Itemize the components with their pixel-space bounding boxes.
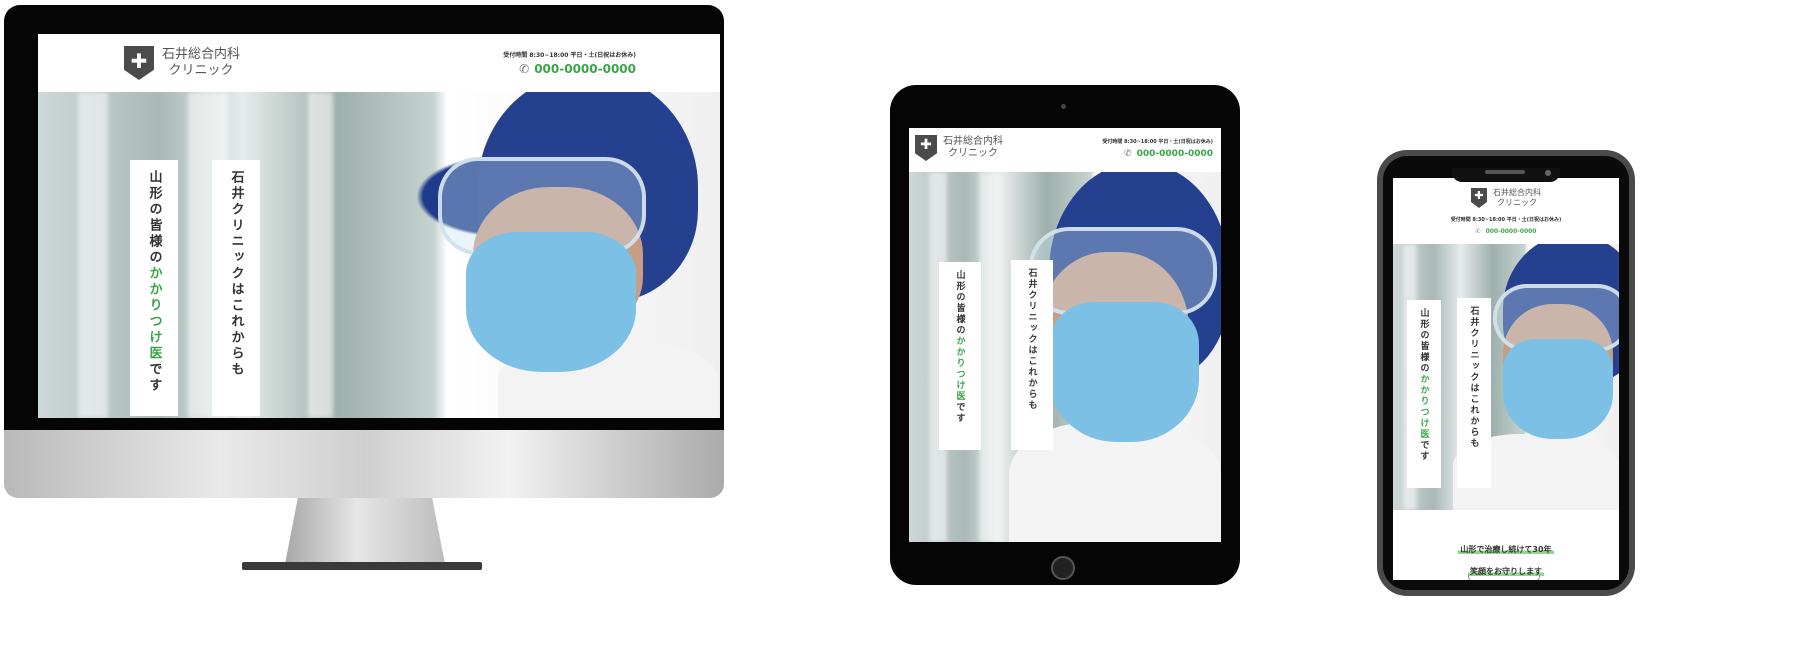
phone-number-link[interactable]: ✆ 000-0000-0000 <box>1102 149 1213 159</box>
tablet-site: ✚ 石井総合内科 クリニック 受付時間 8:30~18:00 平日・土(日祝はお… <box>909 128 1221 542</box>
phone-speaker <box>1485 170 1525 174</box>
phone-icon: ✆ <box>1124 149 1132 159</box>
site-logo[interactable]: ✚ 石井総合内科 クリニック <box>124 46 240 80</box>
site-logo[interactable]: ✚ 石井総合内科 クリニック <box>1471 188 1541 208</box>
desktop-site: ✚ 石井総合内科 クリニック 受付時間 8:30~18:00 平日・土(日祝はお… <box>38 34 720 418</box>
hero-image: 山形の皆様の かかりつけ医 です 石井クリニックはこれからも <box>909 172 1221 542</box>
contact-info: 受付時間 8:30~18:00 平日・土(日祝はお休み) ✆ 000-0000-… <box>503 50 636 76</box>
tablet-camera <box>1061 104 1066 109</box>
site-header: ✚ 石井総合内科 クリニック 受付時間 8:30~18:00 平日・土(日祝はお… <box>38 34 720 92</box>
reception-hours: 受付時間 8:30~18:00 平日・土(日祝はお休み) <box>1102 139 1213 145</box>
site-header: ✚ 石井総合内科 クリニック 受付時間 8:30~18:00 平日・土(日祝はお… <box>1393 178 1619 244</box>
hero-catchcopy-right: 石井クリニックはこれからも <box>1457 298 1491 488</box>
clinic-name: 石井総合内科 クリニック <box>1493 188 1541 207</box>
hero-catchcopy-right: 石井クリニックはこれからも <box>212 160 260 416</box>
site-header: ✚ 石井総合内科 クリニック 受付時間 8:30~18:00 平日・土(日祝はお… <box>909 128 1221 172</box>
phone-number: 000-0000-0000 <box>534 62 636 76</box>
clinic-shield-icon: ✚ <box>124 46 154 80</box>
clinic-name: 石井総合内科 クリニック <box>943 135 1003 160</box>
mobile-site: ✚ 石井総合内科 クリニック 受付時間 8:30~18:00 平日・土(日祝はお… <box>1393 178 1619 580</box>
phone-icon: ✆ <box>519 62 530 76</box>
mobile-more-button[interactable] <box>1468 574 1540 580</box>
desktop-monitor-stand <box>285 498 445 564</box>
reception-hours: 受付時間 8:30~18:00 平日・土(日祝はお休み) <box>503 52 636 59</box>
hero-catchcopy-left: 山形の皆様の かかりつけ医 です <box>939 262 981 450</box>
doctor-photo <box>438 92 720 418</box>
phone-icon: ✆ <box>1475 228 1481 235</box>
site-logo[interactable]: ✚ 石井総合内科 クリニック <box>915 135 1003 161</box>
clinic-shield-icon: ✚ <box>915 135 937 161</box>
clinic-name-line2: クリニック <box>168 63 234 78</box>
hero-catchcopy-left: 山形の皆様の かかりつけ医 です <box>1407 300 1441 488</box>
contact-info: 受付時間 8:30~18:00 平日・土(日祝はお休み) ✆ 000-0000-… <box>1393 216 1619 235</box>
hero-catchcopy-right: 石井クリニックはこれからも <box>1011 260 1053 450</box>
desktop-monitor-base <box>242 562 482 570</box>
clinic-name: 石井総合内科 クリニック <box>162 47 240 80</box>
phone-camera <box>1545 170 1551 176</box>
hero-image: 山形の皆様の かかりつけ医 です 石井クリニックはこれからも <box>38 92 720 418</box>
reception-hours: 受付時間 8:30~18:00 平日・土(日祝はお休み) <box>1450 217 1562 223</box>
hero-catchcopy-left: 山形の皆様の かかりつけ医 です <box>130 160 178 416</box>
hero-image: 山形の皆様の かかりつけ医 です 石井クリニックはこれからも <box>1393 244 1619 510</box>
contact-info: 受付時間 8:30~18:00 平日・土(日祝はお休み) ✆ 000-0000-… <box>1102 138 1213 159</box>
clinic-name-line1: 石井総合内科 <box>162 46 241 62</box>
desktop-monitor-chin <box>4 430 724 498</box>
phone-number-link[interactable]: ✆ 000-0000-0000 <box>503 62 636 76</box>
phone-number-link[interactable]: ✆ 000-0000-0000 <box>1393 228 1619 235</box>
tablet-home-button <box>1051 556 1075 580</box>
clinic-shield-icon: ✚ <box>1471 188 1487 208</box>
mobile-tagline-1: 山形で治療し続けて30年 <box>1458 545 1554 554</box>
